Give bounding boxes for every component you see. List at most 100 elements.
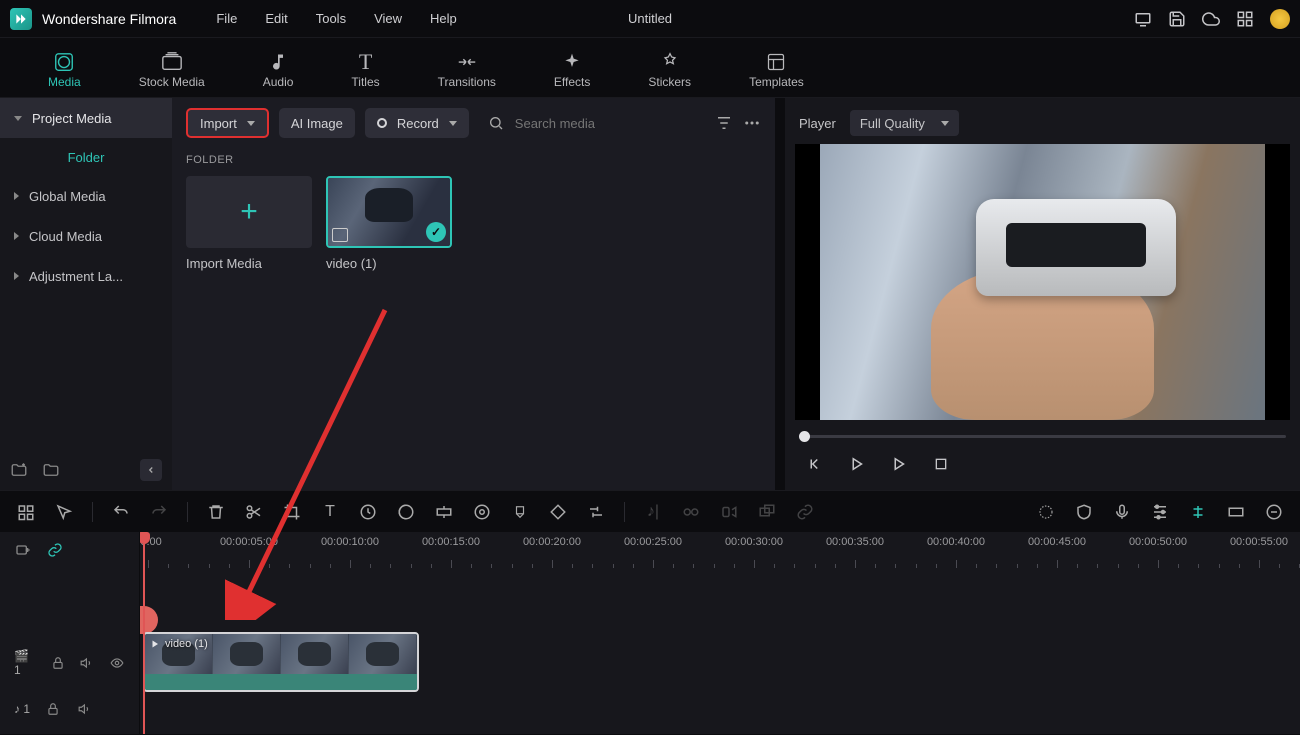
- ruler-time-label: 00:00:40:00: [927, 536, 985, 548]
- media-panel: Import AI Image Record FOLDER: [172, 98, 775, 490]
- playhead[interactable]: [143, 532, 145, 734]
- import-media-tile[interactable]: + Import Media: [186, 176, 312, 271]
- sidebar-adjustment[interactable]: Adjustment La...: [0, 256, 172, 296]
- mic-icon[interactable]: [1112, 502, 1132, 522]
- adjust-icon[interactable]: [586, 502, 606, 522]
- menu-tools[interactable]: Tools: [316, 11, 346, 26]
- save-icon[interactable]: [1168, 10, 1186, 28]
- folder-icon[interactable]: [42, 461, 60, 479]
- sidebar-global-media[interactable]: Global Media: [0, 176, 172, 216]
- filter-icon[interactable]: [715, 114, 733, 132]
- search-icon[interactable]: [487, 114, 505, 132]
- split-icon[interactable]: [244, 502, 264, 522]
- main-area: Project Media Folder Global Media Cloud …: [0, 98, 1300, 490]
- search-input[interactable]: [515, 116, 705, 131]
- audio-icon: [268, 50, 288, 74]
- grid-icon[interactable]: [1236, 10, 1254, 28]
- mute-icon[interactable]: [80, 654, 96, 672]
- detach-audio-icon[interactable]: [681, 502, 701, 522]
- crop-icon[interactable]: [282, 502, 302, 522]
- chevron-right-icon: [14, 232, 19, 240]
- user-avatar[interactable]: [1270, 9, 1290, 29]
- tracks-icon[interactable]: [16, 502, 36, 522]
- tab-audio[interactable]: Audio: [245, 42, 312, 97]
- record-icon: [377, 118, 387, 128]
- scrub-handle[interactable]: [799, 431, 810, 442]
- menu-view[interactable]: View: [374, 11, 402, 26]
- voiceover-icon[interactable]: [719, 502, 739, 522]
- app-name: Wondershare Filmora: [42, 11, 176, 27]
- clip-type-icon: [332, 228, 348, 242]
- marker-icon[interactable]: [510, 502, 530, 522]
- video-track-header[interactable]: 🎬 1: [0, 632, 139, 694]
- tab-effects[interactable]: Effects: [536, 42, 608, 97]
- redo-icon[interactable]: [149, 502, 169, 522]
- import-button[interactable]: Import: [186, 108, 269, 138]
- sidebar-folder-label: Folder: [68, 150, 105, 165]
- color-icon[interactable]: [396, 502, 416, 522]
- tab-stock-label: Stock Media: [139, 75, 205, 89]
- preview-canvas[interactable]: [795, 144, 1290, 420]
- quality-dropdown[interactable]: Full Quality: [850, 110, 959, 136]
- new-folder-icon[interactable]: [10, 461, 28, 479]
- ai-image-button[interactable]: AI Image: [279, 108, 355, 138]
- prev-frame-button[interactable]: [805, 454, 825, 474]
- speed-icon[interactable]: [358, 502, 378, 522]
- tab-transitions[interactable]: Transitions: [420, 42, 514, 97]
- timeline-ruler[interactable]: 00:0000:00:05:0000:00:10:0000:00:15:0000…: [140, 532, 1300, 568]
- audio-track-header[interactable]: ♪ 1: [0, 694, 139, 724]
- screen-icon[interactable]: [1134, 10, 1152, 28]
- visibility-icon[interactable]: [109, 654, 125, 672]
- preview-scrubber[interactable]: [795, 426, 1290, 446]
- tab-bar: Media Stock Media Audio T Titles Transit…: [0, 38, 1300, 98]
- audio-mixer-icon[interactable]: ♪|: [643, 502, 663, 522]
- snap-icon[interactable]: [1188, 502, 1208, 522]
- link-icon[interactable]: [795, 502, 815, 522]
- track-icon[interactable]: [434, 502, 454, 522]
- link-track-icon[interactable]: [46, 541, 64, 559]
- media-clip-tile[interactable]: ✓ video (1): [326, 176, 452, 271]
- menu-file[interactable]: File: [216, 11, 237, 26]
- stock-icon: [161, 50, 183, 74]
- mixer-icon[interactable]: [1150, 502, 1170, 522]
- next-frame-button[interactable]: [889, 454, 909, 474]
- record-button[interactable]: Record: [365, 108, 469, 138]
- more-icon[interactable]: [743, 114, 761, 132]
- lock-icon[interactable]: [44, 700, 62, 718]
- check-icon: ✓: [426, 222, 446, 242]
- clip-play-icon: [149, 638, 161, 650]
- add-track-icon[interactable]: [14, 541, 32, 559]
- stop-button[interactable]: [931, 454, 951, 474]
- sidebar-folder[interactable]: Folder: [0, 138, 172, 176]
- collapse-sidebar-button[interactable]: [140, 459, 162, 481]
- ai-image-label: AI Image: [291, 116, 343, 131]
- zoom-out-icon[interactable]: [1264, 502, 1284, 522]
- tab-media[interactable]: Media: [30, 42, 99, 97]
- delete-icon[interactable]: [206, 502, 226, 522]
- tab-stickers-label: Stickers: [648, 75, 691, 89]
- pointer-icon[interactable]: [54, 502, 74, 522]
- timeline-tracks[interactable]: 00:0000:00:05:0000:00:10:0000:00:15:0000…: [140, 532, 1300, 734]
- diamond-icon[interactable]: [548, 502, 568, 522]
- tab-stickers[interactable]: Stickers: [630, 42, 709, 97]
- timeline-clip[interactable]: video (1): [143, 632, 419, 692]
- shield-icon[interactable]: [1074, 502, 1094, 522]
- fit-icon[interactable]: [1226, 502, 1246, 522]
- tab-audio-label: Audio: [263, 75, 294, 89]
- text-icon[interactable]: T: [320, 502, 340, 522]
- render-icon[interactable]: [1036, 502, 1056, 522]
- sidebar-cloud-media[interactable]: Cloud Media: [0, 216, 172, 256]
- group-icon[interactable]: [757, 502, 777, 522]
- tab-titles[interactable]: T Titles: [333, 42, 397, 97]
- tab-templates[interactable]: Templates: [731, 42, 822, 97]
- sidebar-project-media[interactable]: Project Media: [0, 98, 172, 138]
- menu-help[interactable]: Help: [430, 11, 457, 26]
- play-button[interactable]: [847, 454, 867, 474]
- keyframe-icon[interactable]: [472, 502, 492, 522]
- lock-icon[interactable]: [50, 654, 66, 672]
- tab-stock[interactable]: Stock Media: [121, 42, 223, 97]
- mute-icon[interactable]: [76, 700, 94, 718]
- menu-edit[interactable]: Edit: [265, 11, 287, 26]
- cloud-icon[interactable]: [1202, 10, 1220, 28]
- undo-icon[interactable]: [111, 502, 131, 522]
